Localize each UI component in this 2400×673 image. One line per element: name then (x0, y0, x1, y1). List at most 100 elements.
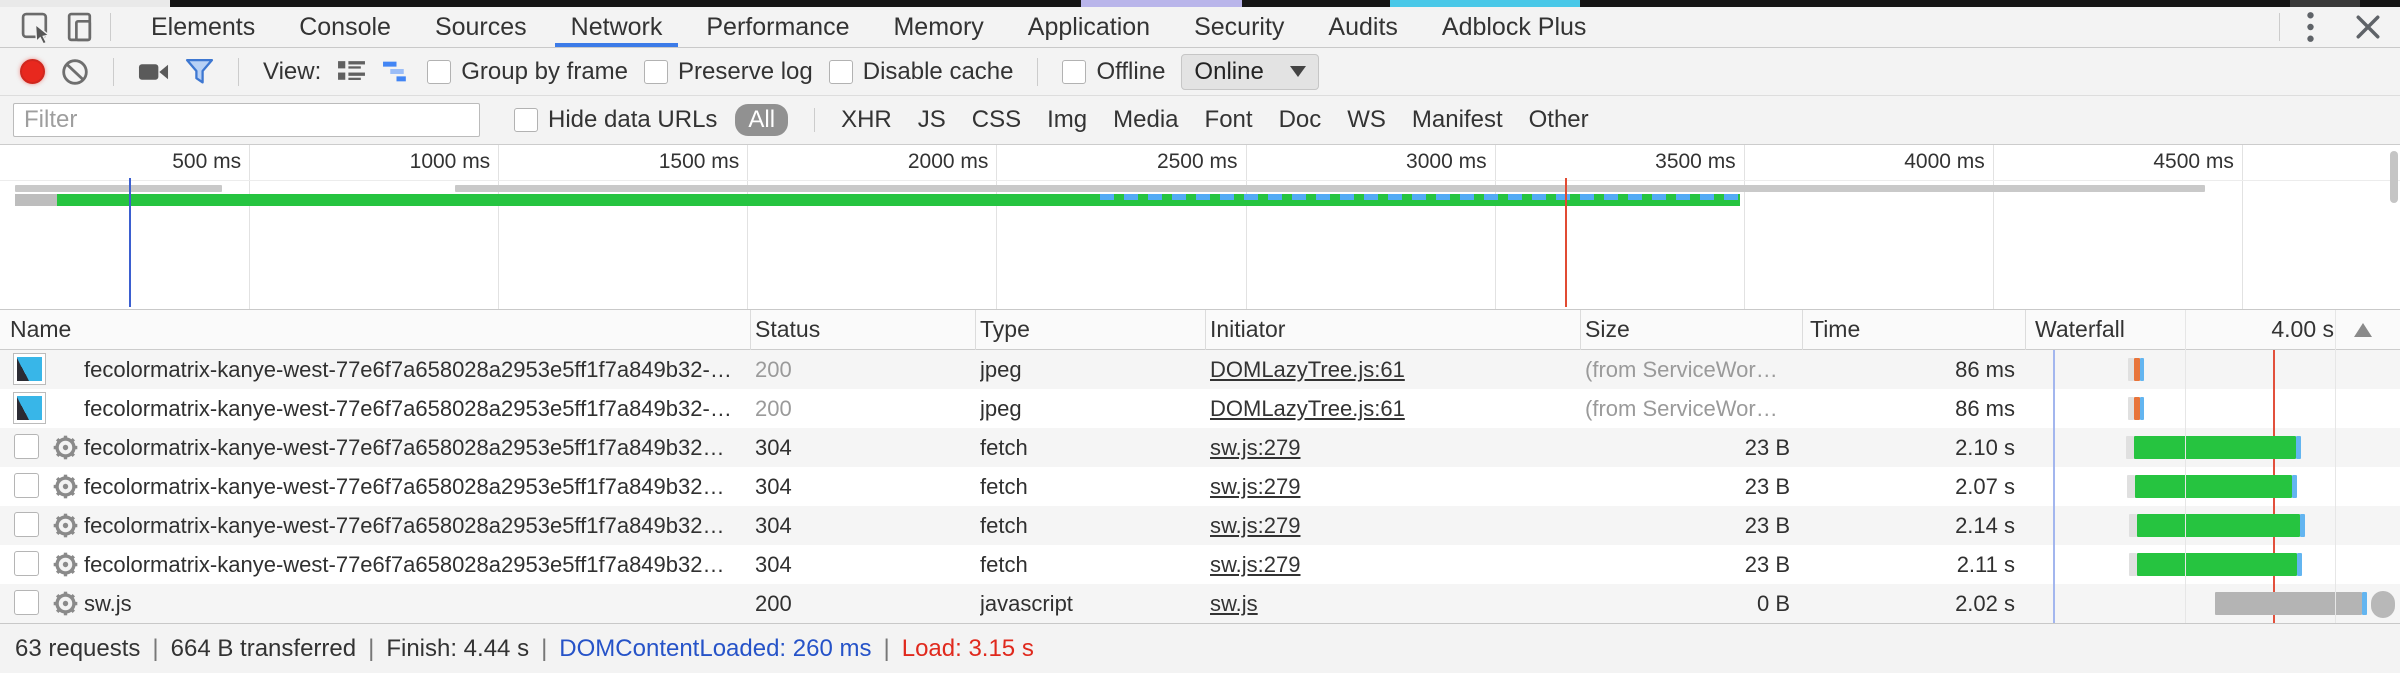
tab-performance[interactable]: Performance (684, 7, 871, 47)
filter-pill-js[interactable]: JS (918, 106, 946, 134)
initiator-link[interactable]: DOMLazyTree.js:61 (1210, 396, 1405, 421)
screenshot-capture-icon[interactable] (138, 53, 169, 91)
initiator-link[interactable]: DOMLazyTree.js:61 (1210, 357, 1405, 382)
column-header-time[interactable]: Time (1810, 316, 1860, 343)
request-status: 304 (755, 435, 960, 461)
device-toolbar-icon[interactable] (58, 8, 102, 46)
table-row[interactable]: fecolormatrix-kanye-west-77e6f7a658028a2… (0, 545, 2400, 584)
row-checkbox[interactable] (14, 512, 39, 537)
tab-memory[interactable]: Memory (871, 7, 1005, 47)
tab-adblock-plus[interactable]: Adblock Plus (1420, 7, 1609, 47)
filter-pill-manifest[interactable]: Manifest (1412, 106, 1503, 134)
overview-response-bar (15, 185, 222, 192)
timeline-tick-label: 500 ms (89, 150, 241, 174)
request-size: 23 B (1585, 513, 1790, 539)
tab-network[interactable]: Network (549, 7, 685, 47)
large-rows-view-icon[interactable] (337, 53, 366, 91)
filter-pill-doc[interactable]: Doc (1279, 106, 1322, 134)
filter-pill-media[interactable]: Media (1113, 106, 1178, 134)
filter-pill-all[interactable]: All (735, 104, 788, 136)
table-row[interactable]: fecolormatrix-kanye-west-77e6f7a658028a2… (0, 389, 2400, 428)
request-time: 86 ms (1810, 396, 2015, 422)
column-header-name[interactable]: Name (10, 316, 71, 343)
column-header-size[interactable]: Size (1585, 316, 1630, 343)
waterfall-bar-blue (2297, 553, 2302, 576)
request-name[interactable]: fecolormatrix-kanye-west-77e6f7a658028a2… (84, 435, 744, 461)
status-segment: DOMContentLoaded: 260 ms (559, 635, 871, 663)
record-button[interactable] (20, 59, 45, 84)
filter-input[interactable] (13, 103, 480, 137)
request-name[interactable]: fecolormatrix-kanye-west-77e6f7a658028a2… (84, 513, 744, 539)
disable-cache-checkbox[interactable] (829, 60, 853, 84)
close-icon[interactable] (2346, 8, 2390, 46)
request-name[interactable]: sw.js (84, 591, 744, 617)
waterfall-bar-cap (2129, 553, 2137, 576)
request-status: 304 (755, 513, 960, 539)
overview-view-icon[interactable] (382, 53, 411, 91)
column-header-type[interactable]: Type (980, 316, 1030, 343)
tab-audits[interactable]: Audits (1306, 7, 1419, 47)
tab-security[interactable]: Security (1172, 7, 1306, 47)
timeline-gridline (1246, 145, 1247, 309)
group-by-frame-checkbox[interactable] (427, 60, 451, 84)
waterfall-bar-cap (2129, 514, 2137, 537)
divider (2279, 13, 2280, 41)
clear-icon[interactable] (61, 53, 89, 91)
initiator-link[interactable]: sw.js:279 (1210, 474, 1301, 499)
request-name[interactable]: fecolormatrix-kanye-west-77e6f7a658028a2… (84, 396, 744, 422)
request-name[interactable]: fecolormatrix-kanye-west-77e6f7a658028a2… (84, 474, 744, 500)
tab-sources[interactable]: Sources (413, 7, 549, 47)
tab-console[interactable]: Console (277, 7, 413, 47)
table-row[interactable]: fecolormatrix-kanye-west-77e6f7a658028a2… (0, 506, 2400, 545)
table-row[interactable]: fecolormatrix-kanye-west-77e6f7a658028a2… (0, 350, 2400, 389)
devtools-window: ElementsConsoleSourcesNetworkPerformance… (0, 0, 2400, 673)
preserve-log-checkbox[interactable] (644, 60, 668, 84)
panel-tabs: ElementsConsoleSourcesNetworkPerformance… (129, 7, 1608, 47)
filter-pill-css[interactable]: CSS (972, 106, 1021, 134)
timeline-overview[interactable]: 500 ms1000 ms1500 ms2000 ms2500 ms3000 m… (0, 145, 2400, 310)
page-edge-segment (0, 0, 170, 7)
filter-pill-other[interactable]: Other (1529, 106, 1589, 134)
filter-funnel-icon[interactable] (185, 53, 214, 91)
column-header-status[interactable]: Status (755, 316, 820, 343)
row-checkbox[interactable] (14, 551, 39, 576)
view-label: View: (263, 58, 321, 86)
inspect-element-icon[interactable] (14, 8, 58, 46)
tab-elements[interactable]: Elements (129, 7, 277, 47)
filter-pill-font[interactable]: Font (1205, 106, 1253, 134)
row-checkbox[interactable] (14, 590, 39, 615)
timeline-gridline (2242, 145, 2243, 309)
more-options-icon[interactable] (2288, 8, 2332, 46)
offline-checkbox[interactable] (1062, 60, 1086, 84)
request-name[interactable]: fecolormatrix-kanye-west-77e6f7a658028a2… (84, 357, 744, 383)
throttling-select[interactable]: Online (1181, 54, 1318, 90)
hide-data-urls-checkbox[interactable] (514, 108, 538, 132)
gear-icon (52, 473, 79, 506)
table-row[interactable]: fecolormatrix-kanye-west-77e6f7a658028a2… (0, 467, 2400, 506)
dom-content-loaded-line (129, 178, 131, 307)
overview-pending-dashes (1100, 194, 1740, 200)
tab-application[interactable]: Application (1006, 7, 1172, 47)
scrollbar-thumb[interactable] (2371, 591, 2395, 618)
status-segment: 63 requests (15, 635, 140, 663)
waterfall-cell (2025, 584, 2400, 623)
timeline-gridline (747, 145, 748, 309)
column-header-initiator[interactable]: Initiator (1210, 316, 1285, 343)
row-checkbox[interactable] (14, 434, 39, 459)
initiator-link[interactable]: sw.js (1210, 591, 1258, 616)
table-row[interactable]: fecolormatrix-kanye-west-77e6f7a658028a2… (0, 428, 2400, 467)
sort-ascending-icon[interactable] (2354, 323, 2372, 337)
waterfall-gridline (2335, 310, 2336, 623)
row-checkbox[interactable] (14, 473, 39, 498)
filter-pill-xhr[interactable]: XHR (841, 106, 892, 134)
initiator-link[interactable]: sw.js:279 (1210, 435, 1301, 460)
initiator-link[interactable]: sw.js:279 (1210, 513, 1301, 538)
column-header-waterfall[interactable]: Waterfall (2035, 316, 2125, 343)
timeline-tick-label: 2000 ms (836, 150, 988, 174)
initiator-link[interactable]: sw.js:279 (1210, 552, 1301, 577)
table-row[interactable]: sw.js200javascriptsw.js0 B2.02 s (0, 584, 2400, 623)
filter-pill-img[interactable]: Img (1047, 106, 1087, 134)
throttling-value: Online (1194, 58, 1263, 86)
filter-pill-ws[interactable]: WS (1347, 106, 1386, 134)
request-name[interactable]: fecolormatrix-kanye-west-77e6f7a658028a2… (84, 552, 744, 578)
